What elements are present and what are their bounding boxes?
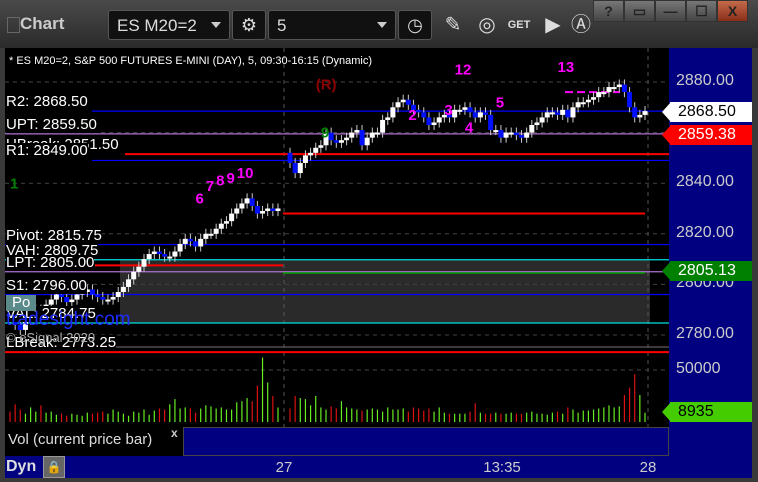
volume-pane[interactable] bbox=[5, 348, 669, 427]
symbol-value: ES M20=2 bbox=[117, 16, 197, 35]
symbol-select[interactable]: ES M20=2 bbox=[108, 10, 230, 40]
copyright: © eSignal 2020 bbox=[6, 330, 96, 345]
price-axis-label: 2840.00 bbox=[676, 173, 734, 191]
interval-value: 5 bbox=[277, 16, 287, 35]
green-price-tag: 2805.13 bbox=[662, 261, 752, 281]
watermark: tradesight.com bbox=[6, 309, 131, 330]
chevron-down-icon bbox=[211, 22, 221, 28]
restore-icon[interactable]: ▭ bbox=[624, 0, 655, 22]
pencil-icon[interactable]: ✎ bbox=[440, 12, 466, 38]
level-label: LPT: 2805.00 bbox=[6, 253, 95, 271]
time-label: 13:35 bbox=[483, 459, 521, 476]
level-label: R1: 2849.00 bbox=[6, 142, 88, 160]
lock-icon[interactable]: 🔒 bbox=[43, 456, 65, 478]
study-icon[interactable]: ◎ bbox=[474, 12, 500, 38]
volume-label: Vol (current price bar) bbox=[8, 431, 153, 448]
gear-icon[interactable]: ⚙ bbox=[232, 10, 266, 40]
dynamic-mode-label: Dyn bbox=[6, 458, 37, 475]
close-icon[interactable]: X bbox=[717, 0, 748, 22]
interval-select[interactable]: 5 bbox=[268, 10, 396, 40]
last-price-tag: 2868.50 bbox=[662, 102, 752, 122]
drag-handle[interactable] bbox=[7, 17, 20, 33]
get-icon[interactable]: GET bbox=[506, 12, 532, 38]
level-label: R2: 2868.50 bbox=[6, 93, 88, 111]
price-axis-label: 2820.00 bbox=[676, 223, 734, 241]
price-pane[interactable] bbox=[5, 48, 669, 346]
po-label: Po bbox=[6, 295, 37, 311]
minimize-icon[interactable]: — bbox=[655, 0, 686, 22]
time-label: 27 bbox=[275, 459, 293, 476]
window-controls: ? ▭ — ☐ X bbox=[593, 0, 748, 22]
chevron-down-icon bbox=[377, 22, 387, 28]
close-volume-button[interactable]: x bbox=[171, 426, 178, 440]
clock-icon[interactable]: ◷ bbox=[398, 10, 432, 40]
volume-axis-label: 50000 bbox=[676, 360, 721, 377]
app-title: Chart bbox=[20, 14, 65, 33]
price-axis-label: 2880.00 bbox=[676, 72, 734, 89]
level-label: UPT: 2859.50 bbox=[6, 115, 97, 133]
red-price-tag: 2859.38 bbox=[662, 125, 752, 145]
play-icon[interactable]: ▶ bbox=[540, 12, 566, 38]
maximize-icon[interactable]: ☐ bbox=[686, 0, 717, 22]
price-axis-label: 2780.00 bbox=[676, 325, 734, 342]
volume-legend-area bbox=[183, 427, 669, 456]
help-icon[interactable]: ? bbox=[593, 0, 624, 22]
volume-tag: 8935 bbox=[662, 402, 752, 422]
level-label: S1: 2796.00 bbox=[6, 276, 87, 294]
time-label: 28 bbox=[639, 459, 657, 476]
toolbar: Chart ES M20=2 ⚙ 5 ◷ ✎ ◎ GET ▶ Ⓐ ? ▭ — ☐… bbox=[0, 0, 758, 48]
chart-header: * ES M20=2, S&P 500 FUTURES E-MINI (DAY)… bbox=[9, 55, 373, 67]
alert-icon[interactable]: Ⓐ bbox=[568, 12, 594, 38]
